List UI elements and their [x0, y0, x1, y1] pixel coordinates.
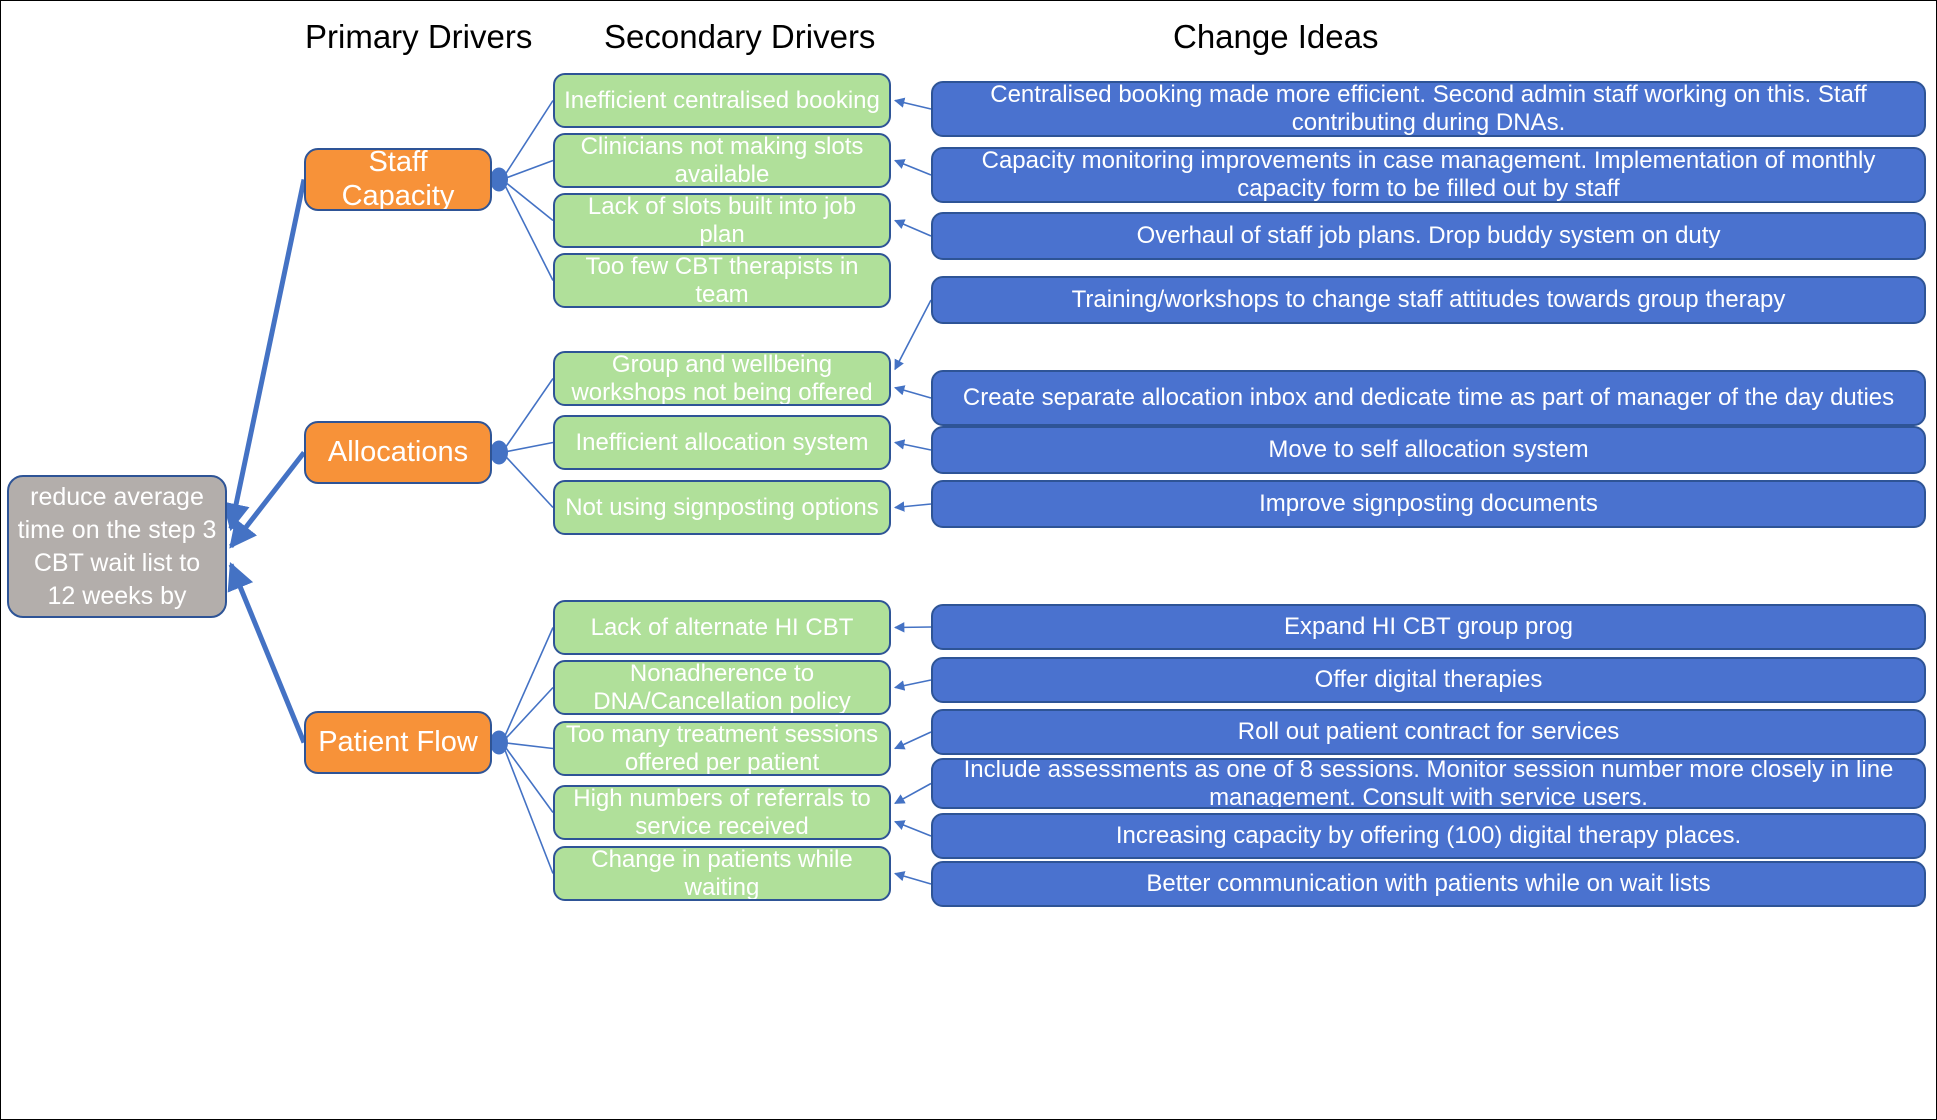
- connector: [894, 820, 932, 837]
- change-idea-ci-10[interactable]: Roll out patient contract for services: [931, 709, 1926, 755]
- connector: [501, 159, 554, 181]
- connector: [501, 179, 554, 281]
- connector: [227, 561, 307, 744]
- secondary-driver-sd-7[interactable]: Not using signposting options: [553, 480, 891, 535]
- change-idea-ci-13[interactable]: Better communication with patients while…: [931, 861, 1926, 907]
- change-idea-ci-12[interactable]: Increasing capacity by offering (100) di…: [931, 813, 1926, 859]
- connector: [894, 731, 932, 750]
- connector: [894, 871, 932, 885]
- connector: [893, 439, 932, 451]
- connector: [222, 178, 307, 532]
- secondary-driver-sd-11[interactable]: High numbers of referrals to service rec…: [553, 785, 891, 840]
- secondary-driver-sd-3[interactable]: Lack of slots built into job plan: [553, 193, 891, 248]
- connector: [501, 441, 554, 454]
- connector: [893, 622, 932, 633]
- secondary-driver-sd-10[interactable]: Too many treatment sessions offered per …: [553, 721, 891, 776]
- change-idea-ci-9[interactable]: Offer digital therapies: [931, 657, 1926, 703]
- connector: [229, 450, 306, 549]
- primary-driver-patient-flow[interactable]: Patient Flow: [304, 711, 492, 774]
- change-idea-ci-6[interactable]: Move to self allocation system: [931, 426, 1926, 474]
- change-idea-ci-4[interactable]: Training/workshops to change staff attit…: [931, 276, 1926, 324]
- connector: [501, 742, 554, 874]
- connector: [501, 741, 554, 750]
- change-idea-ci-8[interactable]: Expand HI CBT group prog: [931, 604, 1926, 650]
- secondary-driver-sd-8[interactable]: Lack of alternate HI CBT: [553, 600, 891, 655]
- change-idea-ci-5[interactable]: Create separate allocation inbox and ded…: [931, 370, 1926, 426]
- change-idea-ci-11[interactable]: Include assessments as one of 8 sessions…: [931, 758, 1926, 809]
- connector: [894, 782, 932, 805]
- connector-hub: [490, 167, 508, 192]
- connector: [501, 178, 554, 222]
- connector: [894, 385, 932, 399]
- column-header-secondary-drivers: Secondary Drivers: [604, 18, 876, 55]
- column-header-primary-drivers: Primary Drivers: [305, 18, 533, 55]
- primary-driver-allocations[interactable]: Allocations: [304, 421, 492, 484]
- change-idea-ci-3[interactable]: Overhaul of staff job plans. Drop buddy …: [931, 212, 1926, 260]
- connector: [894, 219, 932, 237]
- column-header-change-ideas: Change Ideas: [1173, 18, 1379, 55]
- change-idea-ci-2[interactable]: Capacity monitoring improvements in case…: [931, 147, 1926, 203]
- connector: [501, 100, 554, 180]
- change-idea-ci-7[interactable]: Improve signposting documents: [931, 480, 1926, 528]
- driver-diagram-canvas: Primary Drivers Secondary Drivers Change I…: [0, 0, 1937, 1120]
- secondary-driver-sd-6[interactable]: Inefficient allocation system: [553, 415, 891, 470]
- connector-hub: [490, 440, 508, 465]
- secondary-driver-sd-12[interactable]: Change in patients while waiting: [553, 846, 891, 901]
- connector: [894, 159, 932, 176]
- connector-hub: [490, 730, 508, 755]
- aim-box[interactable]: Our aim is to reduce average time on the…: [7, 475, 227, 618]
- connector: [893, 679, 932, 691]
- primary-driver-staff-capacity[interactable]: Staff Capacity: [304, 148, 492, 211]
- secondary-driver-sd-1[interactable]: Inefficient centralised booking: [553, 73, 891, 128]
- connector: [501, 742, 554, 813]
- connector: [893, 501, 932, 512]
- secondary-driver-sd-2[interactable]: Clinicians not making slots available: [553, 133, 891, 188]
- connector: [893, 97, 932, 110]
- connector: [501, 378, 554, 453]
- secondary-driver-sd-9[interactable]: Nonadherence to DNA/Cancellation policy: [553, 660, 891, 715]
- change-idea-ci-1[interactable]: Centralised booking made more efficient.…: [931, 81, 1926, 137]
- connector: [894, 299, 932, 371]
- connector: [501, 686, 554, 744]
- connector: [501, 451, 554, 509]
- connector: [501, 627, 554, 743]
- secondary-driver-sd-5[interactable]: Group and wellbeing workshops not being …: [553, 351, 891, 406]
- secondary-driver-sd-4[interactable]: Too few CBT therapists in team: [553, 253, 891, 308]
